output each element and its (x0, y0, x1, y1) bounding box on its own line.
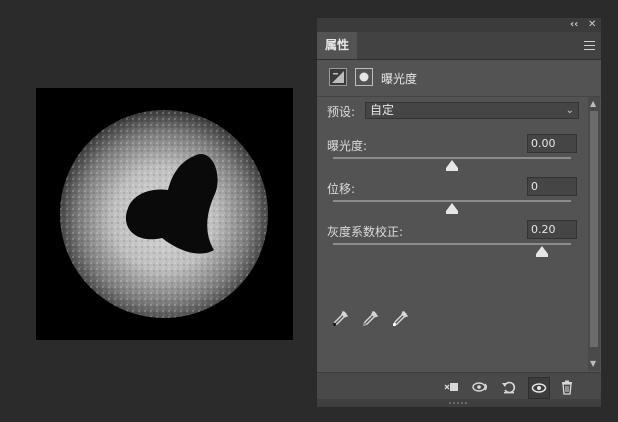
panel-content: 预设: 自定 ⌄ 曝光度: 0.00 位移: 0 灰度系数校正: 0.20 (317, 97, 601, 371)
black-point-eyedropper-icon[interactable] (331, 310, 349, 328)
panel-footer (317, 372, 601, 400)
exposure-slider-thumb[interactable] (446, 160, 458, 171)
panel-resize-grip[interactable] (317, 399, 601, 407)
panel-titlebar[interactable]: ‹‹ ✕ (317, 18, 601, 32)
exposure-label: 曝光度: (327, 139, 368, 153)
white-point-eyedropper-icon[interactable] (391, 310, 409, 328)
exposure-slider-track[interactable] (333, 157, 571, 159)
exposure-input[interactable]: 0.00 (527, 134, 577, 153)
adjustment-title: 曝光度 (381, 72, 418, 86)
double-chevron-left-icon[interactable]: ‹‹ (570, 19, 578, 31)
adjustment-header: 曝光度 (317, 60, 601, 97)
trash-icon[interactable] (559, 379, 575, 395)
view-previous-state-icon[interactable] (472, 379, 488, 395)
scroll-down-icon[interactable]: ▼ (590, 359, 596, 369)
layer-mask-icon[interactable] (355, 68, 373, 86)
panel-scrollbar[interactable]: ▲ ▼ (588, 97, 600, 371)
preset-label: 预设: (327, 105, 356, 119)
tab-properties[interactable]: 属性 (317, 32, 357, 59)
scroll-up-icon[interactable]: ▲ (590, 99, 596, 109)
gamma-label: 灰度系数校正: (327, 225, 404, 239)
properties-panel: ‹‹ ✕ 属性 曝光度 预设: 自定 ⌄ 曝光度: 0.00 位移: 0 灰度系… (316, 17, 602, 407)
gamma-slider-track[interactable] (333, 243, 571, 245)
scrollbar-thumb[interactable] (590, 111, 598, 347)
offset-input[interactable]: 0 (527, 177, 577, 196)
close-icon[interactable]: ✕ (588, 19, 596, 31)
offset-slider-track[interactable] (333, 200, 571, 202)
gamma-input[interactable]: 0.20 (527, 220, 577, 239)
clip-to-layer-icon[interactable] (443, 379, 459, 395)
reset-icon[interactable] (501, 379, 517, 395)
panel-menu-icon[interactable] (584, 41, 595, 50)
chevron-down-icon: ⌄ (565, 105, 574, 116)
offset-label: 位移: (327, 182, 356, 196)
preset-value: 自定 (370, 103, 395, 117)
panel-tabbar: 属性 (317, 32, 601, 60)
exposure-adjustment-icon[interactable] (329, 68, 347, 86)
offset-slider-thumb[interactable] (446, 203, 458, 214)
canvas-image (36, 88, 293, 340)
preset-dropdown[interactable]: 自定 ⌄ (365, 102, 579, 119)
gamma-slider-thumb[interactable] (536, 246, 548, 257)
visibility-eye-icon[interactable] (528, 377, 550, 399)
gray-point-eyedropper-icon[interactable] (361, 310, 379, 328)
